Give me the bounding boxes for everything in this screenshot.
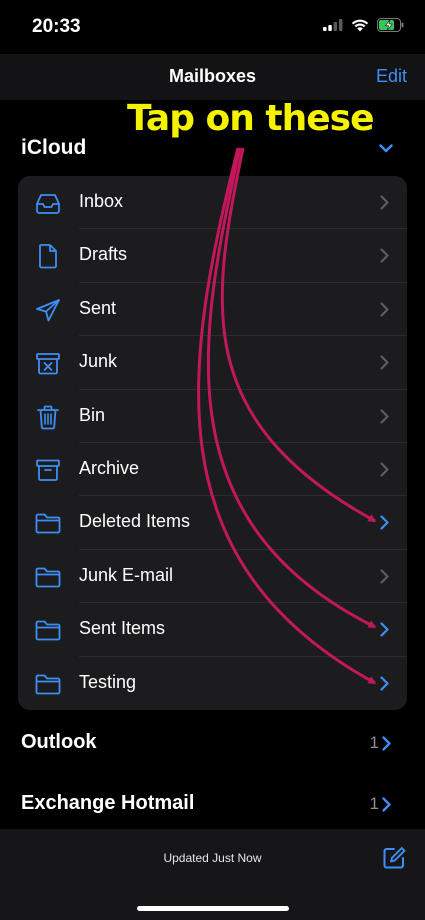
mailbox-row-junk-e-mail[interactable]: Junk E-mail (18, 550, 407, 604)
chevron-right-icon[interactable] (380, 248, 389, 268)
document-icon (34, 243, 62, 269)
junk-box-icon (34, 350, 62, 376)
icloud-mailbox-list: Inbox Drafts Sent Junk Bin Archive Deleted Ite… (18, 176, 407, 710)
chevron-right-icon[interactable] (380, 622, 389, 642)
mailbox-label: Junk E-mail (79, 564, 174, 585)
chevron-right-icon[interactable] (382, 797, 391, 812)
home-indicator[interactable] (137, 906, 289, 911)
battery-charging-icon (377, 18, 404, 32)
chevron-right-icon[interactable] (382, 736, 391, 751)
inbox-tray-icon (34, 190, 62, 216)
mailbox-row-bin[interactable]: Bin (18, 390, 407, 443)
mailbox-label: Testing (79, 671, 137, 692)
status-time: 20:33 (32, 16, 81, 37)
mailbox-label: Bin (79, 404, 106, 425)
update-status: Updated Just Now (163, 851, 262, 865)
mailbox-label: Inbox (79, 191, 124, 211)
mailbox-row-sent[interactable]: Sent (18, 283, 407, 337)
chevron-right-icon[interactable] (380, 355, 389, 375)
account-row-outlook[interactable]: Outlook 1 (0, 716, 425, 772)
paper-plane-icon (34, 297, 62, 323)
folder-icon (34, 671, 62, 697)
compose-icon[interactable] (382, 846, 406, 870)
mailbox-label: Sent Items (79, 618, 166, 639)
chevron-right-icon[interactable] (380, 195, 389, 215)
chevron-down-icon[interactable] (379, 144, 393, 153)
status-bar: 20:33 (0, 0, 425, 54)
account-row-exchange-hotmail[interactable]: Exchange Hotmail 1 (0, 777, 425, 833)
folder-icon (34, 510, 62, 536)
edit-button[interactable]: Edit (376, 66, 407, 87)
mailbox-label: Archive (79, 458, 140, 478)
annotation-text: Tap on these (127, 98, 375, 139)
navigation-bar: Mailboxes Edit (0, 54, 425, 100)
chevron-right-icon[interactable] (380, 302, 389, 322)
status-icons (323, 18, 405, 32)
trash-icon (34, 404, 62, 430)
chevron-right-icon[interactable] (380, 408, 389, 429)
mailbox-row-archive[interactable]: Archive (18, 443, 407, 497)
mailbox-row-inbox[interactable]: Inbox (18, 176, 407, 230)
chevron-right-icon[interactable] (380, 675, 389, 696)
mailbox-label: Junk (79, 351, 118, 372)
mailbox-row-drafts[interactable]: Drafts (18, 229, 407, 283)
unread-count: 1 (369, 794, 379, 813)
mailbox-label: Drafts (79, 244, 128, 265)
folder-icon (34, 617, 62, 643)
icloud-section-title: iCloud (21, 136, 87, 159)
mailbox-label: Sent (79, 297, 117, 318)
mailbox-row-junk[interactable]: Junk (18, 336, 407, 390)
account-title: Outlook (21, 731, 97, 753)
mailbox-label: Deleted Items (79, 511, 191, 532)
mailbox-row-sent-items[interactable]: Sent Items (18, 603, 407, 657)
mailbox-row-testing[interactable]: Testing (18, 657, 407, 710)
folder-icon (34, 564, 62, 590)
account-title: Exchange Hotmail (21, 792, 195, 814)
archive-box-icon (34, 457, 62, 483)
signal-icon (323, 19, 343, 31)
unread-count: 1 (369, 733, 379, 752)
chevron-right-icon[interactable] (380, 569, 389, 589)
mailbox-row-deleted-items[interactable]: Deleted Items (18, 496, 407, 550)
nav-title: Mailboxes (168, 66, 257, 86)
chevron-right-icon[interactable] (380, 515, 389, 535)
chevron-right-icon[interactable] (380, 462, 389, 482)
wifi-icon (351, 19, 369, 31)
